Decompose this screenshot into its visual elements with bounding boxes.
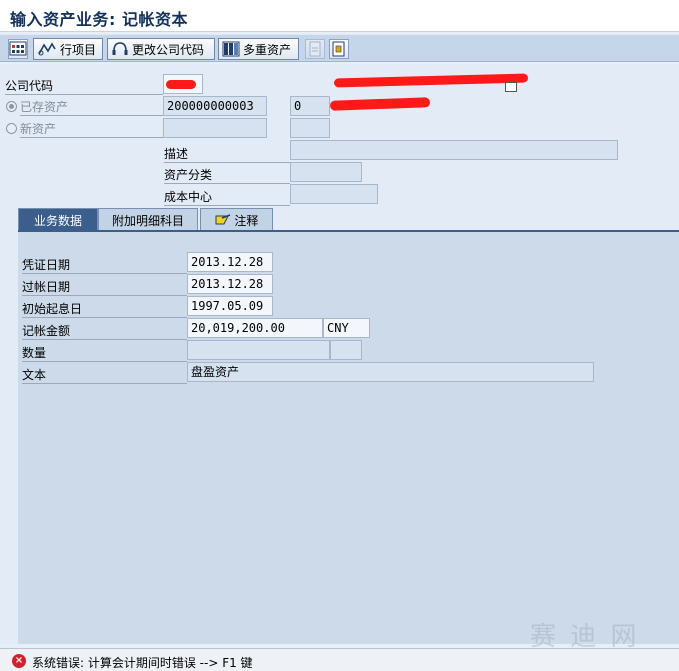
application-toolbar: 行项目 更改公司代码 多重资产 [0, 34, 679, 62]
grid-icon[interactable] [8, 39, 28, 59]
asset-class-field[interactable] [290, 162, 362, 182]
amount-label: 记帐金额 [22, 322, 187, 340]
existing-asset-radio[interactable] [6, 101, 17, 112]
asset-class-label: 资产分类 [164, 166, 290, 184]
multiple-assets-button[interactable]: 多重资产 [218, 38, 299, 60]
status-message[interactable]: 系统错误: 计算会计期间时错误 --> F1 键 [32, 654, 253, 671]
new-asset-class-field[interactable] [163, 118, 267, 138]
error-icon: × [12, 654, 26, 668]
document-date-label: 凭证日期 [22, 256, 187, 274]
columns-icon [222, 41, 240, 57]
note-pencil-icon [215, 214, 230, 225]
currency-field[interactable]: CNY [323, 318, 370, 338]
tab-notes[interactable]: 注释 [200, 208, 273, 230]
redaction-mark [166, 80, 196, 89]
redaction-mark [329, 97, 431, 111]
title-bar: 输入资产业务: 记帐资本 [0, 0, 679, 32]
cost-center-label: 成本中心 [164, 188, 290, 206]
line-items-icon [38, 42, 56, 56]
capitalization-date-label: 初始起息日 [22, 300, 187, 318]
description-field[interactable] [290, 140, 618, 160]
headset-icon [112, 42, 128, 55]
new-asset-sub-field[interactable] [290, 118, 330, 138]
document-detail-icon[interactable] [329, 39, 349, 59]
quantity-field[interactable] [187, 340, 330, 360]
existing-asset-label: 已存资产 [20, 98, 163, 116]
main-content: 公司代码 已存资产 200000000003 0 新资产 描述 资产分类 成本中… [0, 64, 679, 644]
new-asset-radio[interactable] [6, 123, 17, 134]
tab-label: 附加明细科目 [111, 214, 184, 228]
posting-date-field[interactable]: 2013.12.28 [187, 274, 273, 294]
document-disabled-icon[interactable] [305, 39, 325, 59]
existing-asset-number-field[interactable]: 200000000003 [163, 96, 267, 116]
asset-subnumber-field[interactable]: 0 [290, 96, 330, 116]
tab-label: 注释 [234, 214, 259, 228]
posting-date-label: 过帐日期 [22, 278, 187, 296]
tab-label: 业务数据 [33, 214, 82, 228]
change-company-code-button[interactable]: 更改公司代码 [107, 38, 215, 60]
capitalization-date-field[interactable]: 1997.05.09 [187, 296, 273, 316]
redaction-mark [333, 73, 529, 88]
status-bar: × 系统错误: 计算会计期间时错误 --> F1 键 [0, 648, 679, 671]
description-label: 描述 [164, 145, 290, 163]
page-title: 输入资产业务: 记帐资本 [10, 10, 188, 29]
amount-field[interactable]: 20,019,200.00 [187, 318, 323, 338]
text-label: 文本 [22, 366, 187, 384]
text-field[interactable]: 盘盈资产 [187, 362, 594, 382]
line-items-button[interactable]: 行项目 [33, 38, 103, 60]
change-company-code-label: 更改公司代码 [132, 42, 205, 57]
company-code-label: 公司代码 [5, 77, 163, 95]
transaction-data-panel: 凭证日期 2013.12.28 过帐日期 2013.12.28 初始起息日 19… [18, 230, 679, 644]
unit-field[interactable] [330, 340, 362, 360]
document-date-field[interactable]: 2013.12.28 [187, 252, 273, 272]
new-asset-label: 新资产 [20, 120, 163, 138]
company-name-box [505, 82, 517, 92]
cost-center-field[interactable] [290, 184, 378, 204]
multiple-assets-label: 多重资产 [243, 42, 292, 57]
tab-transaction-data[interactable]: 业务数据 [18, 208, 98, 230]
quantity-label: 数量 [22, 344, 187, 362]
tab-additional-details[interactable]: 附加明细科目 [98, 208, 198, 230]
line-items-label: 行项目 [60, 42, 97, 57]
